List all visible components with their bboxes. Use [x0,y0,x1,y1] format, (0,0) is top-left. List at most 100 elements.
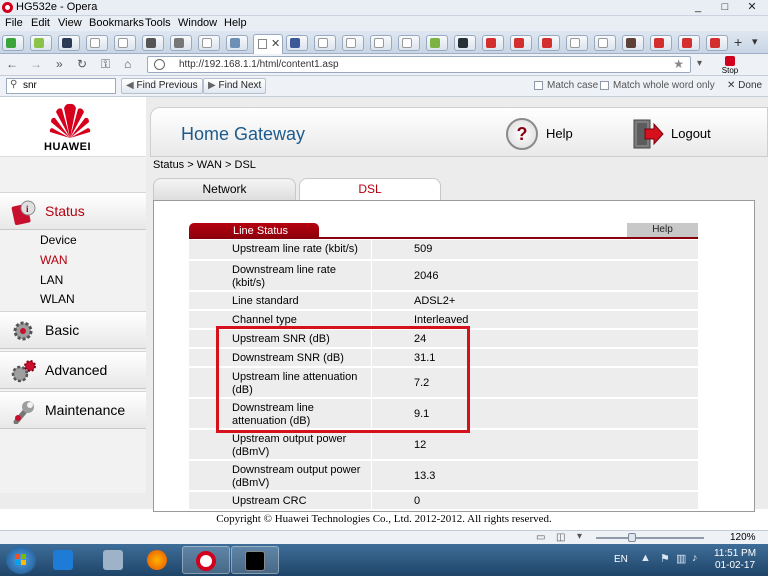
taskbar-opera[interactable] [182,546,230,574]
browser-tab[interactable] [426,35,448,51]
browser-tab[interactable] [114,35,136,51]
system-clock[interactable]: 11:51 PM 01-02-17 [707,548,763,572]
tab-menu-icon[interactable]: ▾ [752,35,758,48]
browser-tab[interactable] [198,35,220,51]
menu-file[interactable]: File [5,17,23,29]
browser-tab[interactable] [538,35,560,51]
sidebar-item-basic[interactable]: Basic [0,311,146,349]
zoom-slider[interactable] [596,537,704,539]
new-tab-icon[interactable]: + [734,34,742,50]
zoom-level[interactable]: 120% [730,532,756,543]
menu-edit[interactable]: Edit [31,17,50,29]
sidebar-subitem-device[interactable]: Device [40,233,77,247]
start-button[interactable] [6,546,36,574]
volume-icon[interactable]: ♪ [692,552,698,564]
page-icon [258,39,267,49]
explorer-icon [53,550,73,570]
minimize-button[interactable]: _ [686,0,710,15]
maximize-button[interactable]: □ [713,0,737,15]
breadcrumb: Status > WAN > DSL [153,159,256,171]
browser-tab[interactable] [86,35,108,51]
logout-icon[interactable] [632,118,664,150]
computer-icon [103,550,123,570]
browser-tab[interactable] [30,35,52,51]
done-button[interactable]: ✕ Done [727,80,762,91]
fast-forward-icon[interactable]: » [56,57,63,71]
taskbar-app[interactable] [90,546,138,574]
tab-network[interactable]: Network [153,178,296,200]
browser-tab[interactable] [454,35,476,51]
match-case-checkbox[interactable] [534,81,543,90]
browser-tab[interactable] [678,35,700,51]
dropdown-icon[interactable]: ▾ [697,58,702,69]
browser-tab[interactable] [170,35,192,51]
browser-tab[interactable] [142,35,164,51]
browser-tab[interactable] [286,35,308,51]
browser-tab[interactable] [650,35,672,51]
browser-tab[interactable] [342,35,364,51]
forward-icon[interactable]: → [30,57,42,71]
header-help-link[interactable]: Help [546,126,573,141]
browser-tab[interactable] [398,35,420,51]
copyright-footer: Copyright © Huawei Technologies Co., Ltd… [216,513,552,525]
sidebar-item-advanced[interactable]: Advanced [0,351,146,389]
home-icon[interactable]: ⌂ [124,57,131,71]
network-icon[interactable]: ▥ [676,552,686,565]
stop-button[interactable]: Stop [717,55,743,75]
language-indicator[interactable]: EN [614,554,628,565]
taskbar-cmd[interactable] [231,546,279,574]
key-icon[interactable]: ⚿ [101,57,110,72]
find-input[interactable]: ⚲ snr [6,78,116,94]
tab-dsl[interactable]: DSL [299,178,441,200]
menu-view[interactable]: View [58,17,82,29]
browser-tab[interactable] [482,35,504,51]
row-value: 0 [372,492,698,509]
menu-tools[interactable]: Tools [145,17,171,29]
huawei-logo: HUAWEI [0,97,146,157]
menu-window[interactable]: Window [178,17,217,29]
browser-tab[interactable] [622,35,644,51]
flag-icon[interactable]: ⚑ [660,552,670,565]
find-previous-button[interactable]: ◀ Find Previous [121,78,203,94]
browser-tab[interactable] [510,35,532,51]
view-icon[interactable]: ◫ [556,532,565,543]
table-row: Upstream output power (dBmV) 12 [189,430,698,460]
browser-tab[interactable] [2,35,24,51]
reload-icon[interactable]: ↻ [77,57,87,71]
sidebar-subitem-wan[interactable]: WAN [40,253,68,267]
sidebar-item-status[interactable]: i Status [0,192,146,230]
match-whole-word-checkbox[interactable] [600,81,609,90]
sidebar-item-maintenance[interactable]: Maintenance [0,391,146,429]
browser-tab[interactable] [226,35,248,51]
tray-expand-icon[interactable]: ▲ [640,552,651,564]
panel-toggle-icon[interactable]: ▭ [536,532,545,543]
browser-tab[interactable] [314,35,336,51]
status-bar: ▭ ◫ ▾ 120% [0,530,768,544]
line-status-help-button[interactable]: Help [627,223,698,237]
taskbar-explorer[interactable] [40,546,88,574]
back-icon[interactable]: ← [6,57,18,71]
close-window-button[interactable]: ✕ [740,0,764,15]
browser-tab[interactable] [706,35,728,51]
browser-tab[interactable] [58,35,80,51]
url-field[interactable]: http://192.168.1.1/html/content1.asp ★ [147,56,691,73]
huawei-petals-icon [49,103,91,138]
browser-tab[interactable] [370,35,392,51]
bookmark-star-icon[interactable]: ★ [673,57,684,71]
row-value: ADSL2+ [372,292,698,309]
title-bar: HG532e - Opera _ □ ✕ [0,0,768,16]
menu-help[interactable]: Help [224,17,247,29]
browser-tab[interactable] [594,35,616,51]
images-icon[interactable]: ▾ [577,531,582,542]
zoom-slider-handle[interactable] [627,533,636,542]
find-next-button[interactable]: ▶ Find Next [203,78,267,94]
taskbar-firefox[interactable] [134,546,182,574]
active-browser-tab[interactable]: ✕ [253,34,283,54]
help-icon[interactable]: ? [506,118,538,150]
menu-bookmarks[interactable]: Bookmarks [89,17,144,29]
browser-tab[interactable] [566,35,588,51]
sidebar-subitem-lan[interactable]: LAN [40,273,63,287]
logout-link[interactable]: Logout [671,126,711,141]
sidebar-subitem-wlan[interactable]: WLAN [40,292,75,306]
close-tab-icon[interactable]: ✕ [271,37,280,50]
